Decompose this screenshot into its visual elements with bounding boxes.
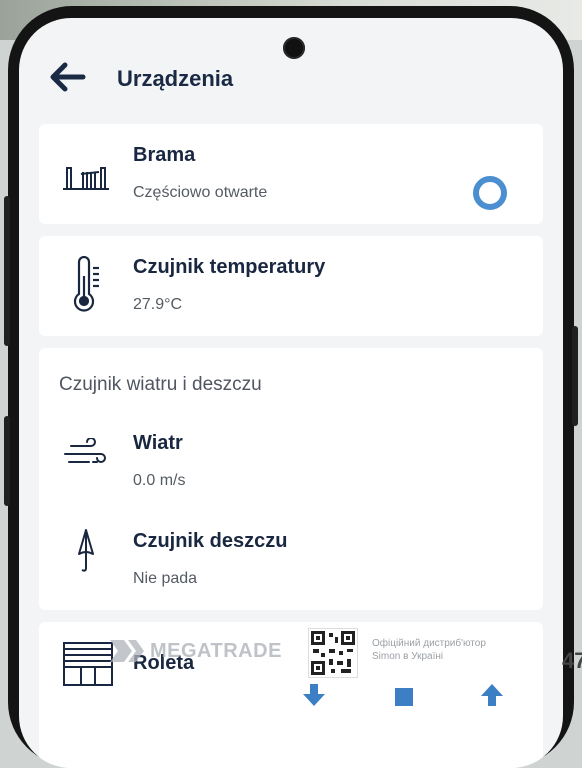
watermark-caption: Офіційний дистриб'ютор (372, 638, 486, 649)
stop-icon[interactable] (395, 688, 413, 706)
front-camera (283, 37, 305, 59)
device-card-brama[interactable]: Brama Częściowo otwarte (39, 124, 543, 224)
page-number: 47 (562, 648, 582, 673)
sensor-value: 0.0 m/s (133, 472, 186, 489)
wind-icon (64, 438, 106, 463)
umbrella-icon (78, 529, 94, 572)
device-name: Czujnik temperatury (133, 256, 326, 278)
volume-button (4, 196, 10, 346)
thermometer-icon (73, 256, 99, 312)
sensor-group-card: Czujnik wiatru i deszczu Wiatr 0.0 m/s C… (39, 348, 543, 610)
megatrade-logo-icon (110, 640, 144, 662)
arrow-up-icon[interactable] (479, 684, 505, 706)
sensor-value: Nie pada (133, 570, 198, 587)
device-name: Brama (133, 144, 196, 166)
qr-code-icon (308, 628, 358, 678)
back-arrow-icon[interactable] (49, 62, 89, 92)
group-title: Czujnik wiatru i deszczu (59, 374, 262, 395)
app-header: Urządzenia (19, 52, 563, 112)
side-button (4, 416, 10, 506)
sensor-name[interactable]: Czujnik deszczu (133, 530, 287, 553)
sensor-name[interactable]: Wiatr (133, 432, 183, 455)
app-screen: Urządzenia Brama Częściowo otwarte Czujn… (19, 18, 563, 768)
device-value: 27.9°C (133, 296, 183, 313)
watermark-brand: MEGATRADE (150, 640, 282, 662)
roller-shutter-icon (63, 642, 113, 686)
device-card-temperature[interactable]: Czujnik temperatury 27.9°C (39, 236, 543, 336)
arrow-down-icon[interactable] (301, 684, 327, 706)
power-button (572, 326, 578, 426)
gate-icon (63, 167, 109, 190)
status-ring-icon (473, 176, 507, 210)
device-status: Częściowo otwarte (133, 184, 268, 201)
watermark-caption: Simon в Україні (372, 651, 444, 662)
page-title: Urządzenia (117, 66, 234, 91)
